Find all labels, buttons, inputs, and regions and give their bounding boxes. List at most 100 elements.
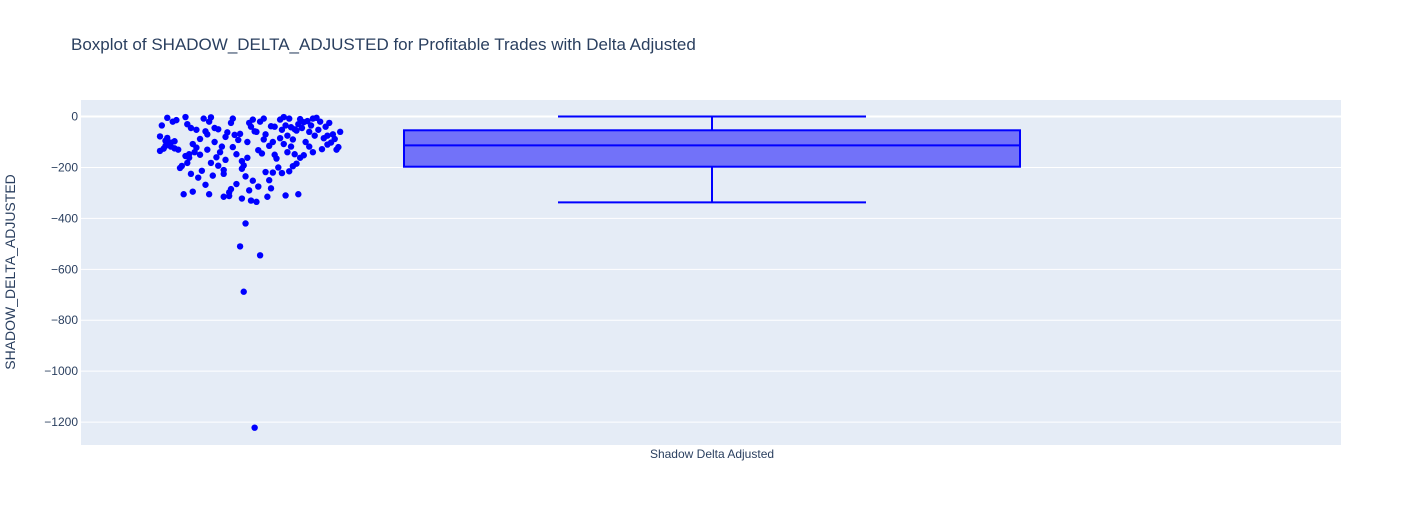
data-point[interactable] xyxy=(326,119,333,127)
data-point[interactable] xyxy=(262,131,269,138)
data-point[interactable] xyxy=(286,115,293,122)
data-point[interactable] xyxy=(229,115,236,122)
data-point[interactable] xyxy=(189,188,196,195)
data-point[interactable] xyxy=(269,169,277,176)
data-point[interactable] xyxy=(284,132,291,139)
data-point[interactable] xyxy=(236,130,244,138)
data-point[interactable] xyxy=(324,132,331,139)
data-point[interactable] xyxy=(276,134,284,142)
data-point[interactable] xyxy=(233,180,240,188)
data-point[interactable] xyxy=(331,135,338,143)
data-point[interactable] xyxy=(227,185,235,193)
data-point[interactable] xyxy=(293,127,300,134)
data-point[interactable] xyxy=(247,197,255,204)
data-point[interactable] xyxy=(238,157,246,165)
data-point[interactable] xyxy=(269,138,277,146)
data-point[interactable] xyxy=(253,198,260,206)
data-point[interactable] xyxy=(280,113,287,121)
data-point[interactable] xyxy=(245,187,253,194)
data-point[interactable] xyxy=(204,131,211,138)
data-point[interactable] xyxy=(216,148,224,156)
data-point[interactable] xyxy=(229,143,236,151)
data-point[interactable] xyxy=(211,138,218,146)
data-point[interactable] xyxy=(273,155,280,162)
data-point[interactable] xyxy=(238,195,246,202)
data-point[interactable] xyxy=(258,150,266,157)
data-point[interactable] xyxy=(244,154,251,161)
data-point[interactable] xyxy=(173,116,180,124)
data-point[interactable] xyxy=(318,145,326,153)
data-point[interactable] xyxy=(235,136,242,144)
data-point[interactable] xyxy=(262,168,269,176)
data-point[interactable] xyxy=(306,143,313,150)
data-point[interactable] xyxy=(224,129,231,136)
data-point[interactable] xyxy=(236,243,244,250)
data-point[interactable] xyxy=(335,143,342,151)
data-point[interactable] xyxy=(284,148,291,156)
data-point[interactable] xyxy=(196,151,204,158)
data-point[interactable] xyxy=(209,172,216,179)
data-point[interactable] xyxy=(289,136,297,143)
data-point[interactable] xyxy=(242,220,249,227)
data-point[interactable] xyxy=(207,159,215,167)
data-point[interactable] xyxy=(307,122,315,129)
data-point[interactable] xyxy=(316,118,324,125)
data-point[interactable] xyxy=(205,191,213,198)
data-point[interactable] xyxy=(300,152,307,159)
data-point[interactable] xyxy=(278,169,286,177)
data-point[interactable] xyxy=(196,135,204,143)
data-point[interactable] xyxy=(255,183,262,190)
data-point[interactable] xyxy=(266,177,273,184)
data-point[interactable] xyxy=(315,126,322,133)
data-point[interactable] xyxy=(220,170,227,178)
data-point[interactable] xyxy=(195,174,202,181)
data-point[interactable] xyxy=(218,143,226,150)
data-point[interactable] xyxy=(293,160,300,167)
data-point[interactable] xyxy=(249,177,257,184)
data-point[interactable] xyxy=(287,143,295,150)
data-point[interactable] xyxy=(264,193,271,200)
data-point[interactable] xyxy=(207,114,215,121)
data-point[interactable] xyxy=(249,116,257,123)
data-point[interactable] xyxy=(298,124,306,132)
data-point[interactable] xyxy=(215,126,222,133)
data-point[interactable] xyxy=(193,126,200,133)
data-point[interactable] xyxy=(251,424,258,431)
data-point[interactable] xyxy=(282,192,289,199)
data-point[interactable] xyxy=(336,128,344,136)
data-point[interactable] xyxy=(180,191,187,198)
data-point[interactable] xyxy=(306,128,313,136)
data-point[interactable] xyxy=(198,167,206,174)
data-point[interactable] xyxy=(202,181,209,188)
data-point[interactable] xyxy=(222,156,229,164)
data-point[interactable] xyxy=(271,123,278,130)
data-point[interactable] xyxy=(215,162,222,169)
data-point[interactable] xyxy=(220,193,227,200)
data-point[interactable] xyxy=(242,173,249,180)
data-point[interactable] xyxy=(267,185,275,192)
data-point[interactable] xyxy=(178,162,186,170)
data-point[interactable] xyxy=(240,288,247,295)
data-point[interactable] xyxy=(260,115,267,122)
iqr-box[interactable] xyxy=(403,129,1021,168)
data-point[interactable] xyxy=(244,138,251,146)
data-point[interactable] xyxy=(309,148,317,156)
data-point[interactable] xyxy=(311,132,318,139)
data-point[interactable] xyxy=(291,151,298,158)
data-point[interactable] xyxy=(175,146,182,153)
data-point[interactable] xyxy=(233,151,240,158)
data-point[interactable] xyxy=(200,115,207,122)
data-point[interactable] xyxy=(182,113,189,121)
data-point[interactable] xyxy=(193,144,200,151)
data-point[interactable] xyxy=(280,140,287,148)
data-point[interactable] xyxy=(156,133,164,140)
data-point[interactable] xyxy=(171,138,178,145)
data-point[interactable] xyxy=(275,164,282,171)
data-point[interactable] xyxy=(185,154,193,161)
data-point[interactable] xyxy=(282,122,289,129)
data-point[interactable] xyxy=(253,128,260,136)
data-point[interactable] xyxy=(295,191,302,198)
data-point[interactable] xyxy=(187,170,195,178)
data-point[interactable] xyxy=(204,146,211,153)
data-point[interactable] xyxy=(256,252,264,259)
